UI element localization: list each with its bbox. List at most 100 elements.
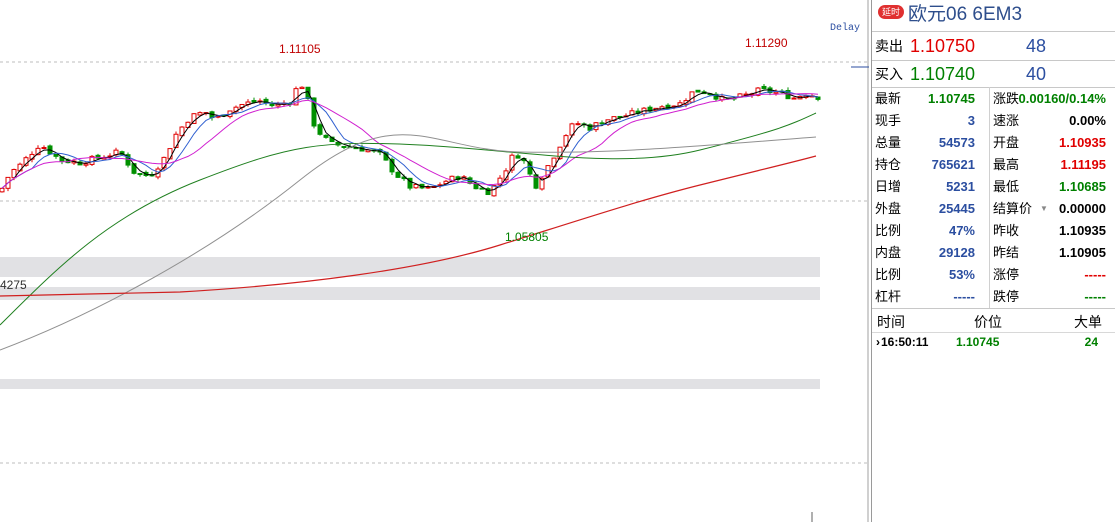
candle-down	[305, 86, 311, 99]
stat-value: 765621	[931, 157, 975, 172]
stat-label: 外盘	[875, 201, 902, 216]
candle-up	[299, 86, 305, 90]
stats-row: 比例 53% 涨停 -----	[872, 264, 1115, 286]
candle-up	[491, 185, 497, 197]
ticks-header: 时间 价位 大单	[872, 311, 1115, 333]
stat-value: 1.10935	[1059, 223, 1106, 238]
stat-label: 比例	[875, 223, 902, 238]
stat-value: 1.10685	[1059, 179, 1106, 194]
candlestick-chart[interactable]: 1.11105 1.11290 1.05805 4275 Delay	[0, 0, 871, 522]
stats-row: 比例 47% 昨收 1.10935	[872, 220, 1115, 242]
price-band	[0, 379, 820, 389]
stat-label: 结算价	[993, 201, 1033, 216]
tick-marker-icon: ›	[876, 335, 880, 349]
chevron-down-icon[interactable]: ▼	[1040, 198, 1048, 220]
stats-row: 总量 54573 开盘 1.10935	[872, 132, 1115, 154]
symbol-header: 延时 欧元06 6EM3	[872, 0, 1115, 32]
tick-size: 24	[1084, 335, 1098, 349]
candle-down	[251, 100, 257, 103]
stat-value: 29128	[938, 245, 975, 260]
candle-down	[695, 89, 701, 93]
stat-value: 0.00160/0.14%	[1018, 91, 1106, 106]
ma5-line	[1, 89, 819, 192]
candle-down	[395, 171, 401, 178]
ma120-line	[0, 134, 817, 351]
stat-label: 涨停	[993, 267, 1020, 282]
buy-label: 买入	[875, 66, 903, 82]
candle-down	[599, 122, 605, 125]
delay-label: Delay	[830, 22, 860, 34]
candle-up	[413, 184, 419, 189]
stat-value: 1.10905	[1059, 245, 1106, 260]
stat-value: 0.00000	[1059, 201, 1106, 216]
stat-label: 持仓	[875, 157, 902, 172]
candle-down	[317, 124, 323, 135]
candle-down	[137, 173, 143, 176]
stats-row: 日增 5231 最低 1.10685	[872, 176, 1115, 198]
stat-label: 最新	[875, 91, 902, 106]
candle-down	[269, 103, 275, 107]
stat-label: 杠杆	[875, 289, 902, 304]
stat-value: 1.10745	[928, 91, 975, 106]
stat-label: 跌停	[993, 289, 1020, 304]
stats-row: 外盘 25445 结算价 ▼ 0.00000	[872, 198, 1115, 220]
stat-label: 日增	[875, 179, 902, 194]
candle-up	[41, 147, 47, 150]
buy-volume: 40	[1026, 64, 1047, 84]
low-price-label: 1.05805	[505, 230, 549, 244]
stat-label: 最低	[993, 179, 1020, 194]
candle-up	[575, 123, 581, 126]
price-level-label: 4275	[0, 278, 27, 292]
candle-up	[791, 97, 797, 100]
stat-label: 涨跌	[993, 91, 1020, 106]
buy-quote-row[interactable]: 买入 1.10740 40	[872, 61, 1115, 87]
buy-price: 1.10740	[910, 64, 976, 84]
sell-label: 卖出	[875, 38, 903, 54]
stats-row: 持仓 765621 最高 1.11195	[872, 154, 1115, 176]
stat-value: 1.10935	[1059, 135, 1106, 150]
tick-price: 1.10745	[956, 335, 1000, 349]
ma20-line	[1, 93, 819, 189]
stats-row: 杠杆 ----- 跌停 -----	[872, 286, 1115, 308]
stats-row: 内盘 29128 昨结 1.10905	[872, 242, 1115, 264]
candle-up	[773, 91, 779, 94]
stat-value: 47%	[948, 223, 975, 238]
tick-time: 16:50:11	[881, 335, 929, 349]
chart-canvas[interactable]: 1.11105 1.11290 1.05805 4275 Delay	[0, 0, 871, 522]
stats-row: 最新 1.10745 涨跌 0.00160/0.14%	[872, 88, 1115, 110]
stat-value: 53%	[948, 267, 975, 282]
stat-label: 最高	[993, 157, 1020, 172]
stat-value: 5231	[946, 179, 975, 194]
stat-label: 速涨	[993, 113, 1020, 128]
candle-up	[197, 112, 203, 116]
sell-quote-row[interactable]: 卖出 1.10750 48	[872, 33, 1115, 59]
sell-volume: 48	[1026, 36, 1047, 56]
quote-panel: 延时 欧元06 6EM3 卖出 1.10750 48 买入 1.10740 40…	[871, 0, 1115, 522]
time-header: 时间	[877, 314, 905, 330]
stat-value: -----	[1084, 289, 1106, 304]
stat-value: 54573	[938, 135, 975, 150]
stat-value: 3	[967, 113, 975, 128]
tick-row[interactable]: › 16:50:11 1.10745 24	[872, 333, 1115, 351]
candle-down	[53, 153, 59, 157]
price-header: 价位	[974, 314, 1002, 330]
candle-down	[515, 155, 521, 159]
stat-label: 现手	[875, 113, 902, 128]
candle-down	[323, 134, 329, 138]
high-price-label-2: 1.11290	[745, 36, 788, 50]
divider	[872, 308, 1115, 309]
stat-value: 0.00%	[1069, 113, 1106, 128]
high-price-label: 1.11105	[279, 42, 321, 56]
column-divider	[989, 87, 990, 308]
stats-row: 现手 3 速涨 0.00%	[872, 110, 1115, 132]
stat-label: 内盘	[875, 245, 902, 260]
symbol-name[interactable]: 欧元06 6EM3	[908, 3, 1022, 27]
stat-value: 1.11195	[1060, 157, 1106, 172]
candle-up	[161, 156, 167, 169]
stat-label: 昨收	[993, 223, 1020, 238]
stat-label: 昨结	[993, 245, 1020, 260]
stat-label: 总量	[875, 135, 902, 150]
candle-down	[761, 85, 767, 90]
stat-value: -----	[953, 289, 975, 304]
quote-screen: 1.11105 1.11290 1.05805 4275 Delay 延时 欧元06 6…	[0, 0, 1115, 522]
